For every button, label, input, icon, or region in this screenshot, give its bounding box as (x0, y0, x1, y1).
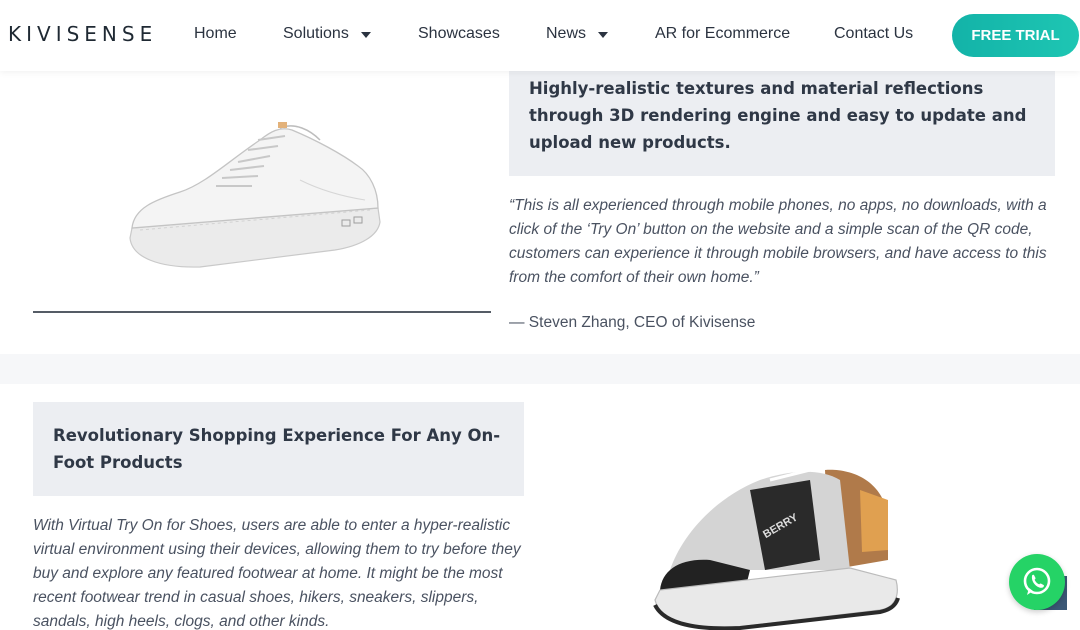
nav-ar-ecommerce-label: AR for Ecommerce (655, 25, 791, 42)
section-band (0, 354, 1080, 384)
caret-down-icon (598, 32, 609, 38)
nav-home[interactable]: Home (194, 25, 237, 43)
nav-showcases-label: Showcases (418, 25, 500, 42)
nav-news[interactable]: News (546, 25, 609, 43)
whatsapp-button[interactable] (1009, 554, 1065, 610)
feature-heading-box: Highly-realistic textures and material r… (509, 65, 1055, 176)
section-divider (33, 311, 491, 313)
site-logo[interactable]: KIVISENSE (8, 22, 157, 46)
nav-contact[interactable]: Contact Us (834, 25, 913, 43)
nav-showcases[interactable]: Showcases (418, 25, 500, 43)
feature-heading: Highly-realistic textures and material r… (529, 79, 1027, 152)
nav-news-label: News (546, 25, 587, 42)
caret-down-icon (360, 32, 371, 38)
white-sneaker-image (129, 122, 381, 268)
whatsapp-icon (1023, 567, 1051, 595)
burberry-sneaker-image: BERRY (653, 456, 900, 630)
nav-solutions-label: Solutions (283, 25, 349, 42)
shopping-description: With Virtual Try On for Shoes, users are… (33, 517, 521, 630)
site-header: KIVISENSE Home Solutions Showcases News … (0, 0, 1080, 71)
free-trial-button[interactable]: FREE TRIAL (952, 14, 1079, 57)
nav-solutions[interactable]: Solutions (283, 25, 371, 43)
nav-home-label: Home (194, 25, 237, 42)
shopping-heading-box: Revolutionary Shopping Experience For An… (33, 402, 524, 496)
ceo-quote: “This is all experienced through mobile … (509, 197, 1047, 286)
nav-contact-label: Contact Us (834, 25, 914, 42)
quote-attribution: — Steven Zhang, CEO of Kivisense (509, 314, 756, 331)
nav-ar-ecommerce[interactable]: AR for Ecommerce (655, 25, 790, 43)
shopping-heading: Revolutionary Shopping Experience For An… (53, 426, 501, 472)
